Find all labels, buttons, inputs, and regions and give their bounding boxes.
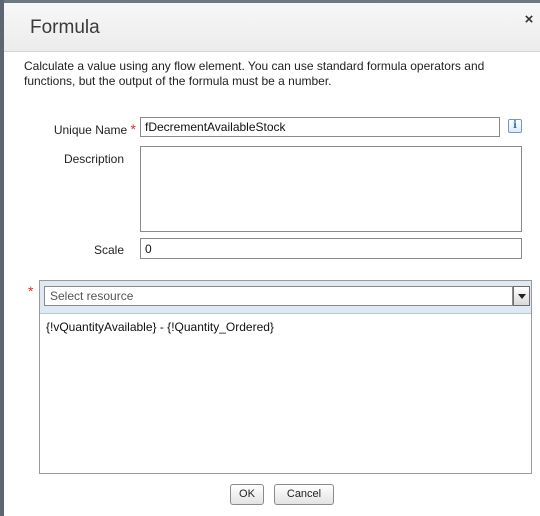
scale-label: Scale [93,243,124,257]
description-field[interactable] [140,146,522,232]
description-label: Description [63,152,124,166]
chevron-down-icon[interactable] [513,286,530,306]
formula-textarea[interactable]: {!vQuantityAvailable} - {!Quantity_Order… [40,314,531,473]
ok-button[interactable]: OK [230,484,264,505]
resource-select[interactable]: Select resource [44,286,513,306]
dialog-description: Calculate a value using any flow element… [24,59,485,88]
unique-name-label: Unique Name [53,123,128,137]
scale-input[interactable] [140,238,522,259]
close-icon[interactable]: × [522,12,536,27]
resource-toolbar: Select resource [40,281,531,314]
required-marker: * [130,121,136,137]
dialog-title: Formula [30,17,100,38]
unique-name-label-row: Unique Name * [24,121,136,137]
cancel-button[interactable]: Cancel [274,484,334,505]
unique-name-input[interactable] [140,117,500,137]
dialog-left-border [0,0,4,516]
info-icon[interactable]: i [508,119,522,133]
formula-dialog: Formula × Calculate a value using any fl… [0,0,540,516]
formula-editor: Select resource {!vQuantityAvailable} - … [39,280,532,474]
dialog-titlebar: Formula × [4,3,540,52]
resource-required-marker: * [28,283,34,299]
